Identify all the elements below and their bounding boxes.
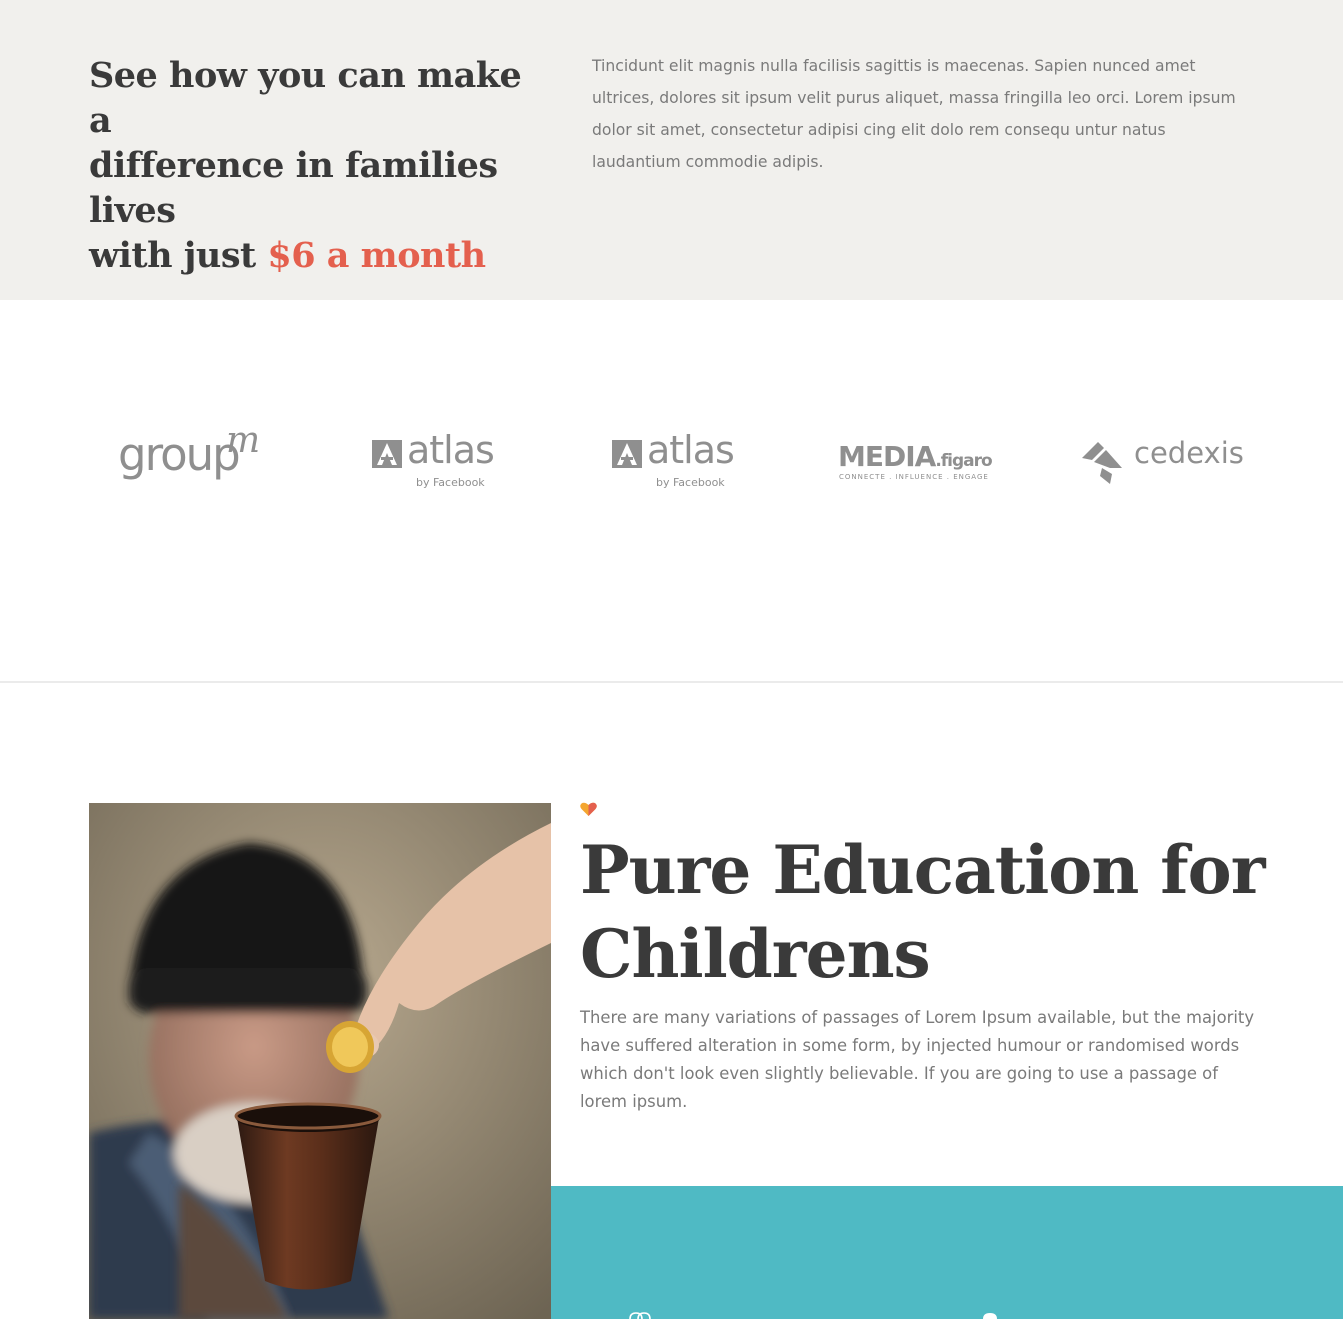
groupm-logo[interactable]: group m: [118, 420, 278, 488]
education-title-line-1: Pure Education for: [580, 831, 1265, 909]
atlas-mark-icon: [612, 440, 642, 468]
intro-heading-line-2: difference in families lives: [89, 145, 498, 231]
atlas-logo-word: atlas: [407, 428, 495, 472]
atlas-logo-by: by Facebook: [416, 476, 485, 489]
media-figaro-logo[interactable]: MEDIA.figaro CONNECTE . INFLUENCE . ENGA…: [838, 440, 998, 490]
education-paragraph: There are many variations of passages of…: [580, 1008, 1255, 1111]
stats-panel: [551, 1186, 1343, 1319]
person-icon: [983, 1313, 997, 1319]
atlas-logo-by: by Facebook: [656, 476, 725, 489]
donation-icon: [629, 1312, 651, 1319]
media-figaro-logo-small: .figaro: [935, 451, 992, 471]
media-figaro-logo-word: MEDIA.figaro: [838, 440, 993, 473]
partner-logos: group m atlas by Facebook atlas by Faceb…: [0, 300, 1343, 681]
cedexis-logo[interactable]: cedexis: [1080, 436, 1244, 488]
intro-heading-accent: $6 a month: [267, 235, 486, 276]
section-divider: [0, 681, 1343, 683]
atlas-logo[interactable]: atlas by Facebook: [372, 428, 502, 492]
heart-icon: [580, 802, 597, 816]
cedexis-mark-icon: [1082, 442, 1122, 484]
atlas-mark-icon: [372, 440, 402, 468]
intro-paragraph: Tincidunt elit magnis nulla facilisis sa…: [592, 57, 1236, 171]
media-figaro-logo-tagline: CONNECTE . INFLUENCE . ENGAGE: [839, 473, 989, 481]
education-title: Pure Education for Childrens: [580, 828, 1280, 996]
media-figaro-logo-main: MEDIA: [838, 440, 936, 473]
education-title-line-2: Childrens: [580, 915, 931, 993]
intro-heading-line-1: See how you can make a: [89, 55, 522, 141]
atlas-logo[interactable]: atlas by Facebook: [612, 428, 742, 492]
intro-heading: See how you can make a difference in fam…: [89, 53, 549, 278]
groupm-logo-word: group: [118, 428, 241, 481]
atlas-logo-word: atlas: [647, 428, 735, 472]
charity-photo-illustration: [89, 803, 551, 1319]
intro-heading-line-3: with just: [89, 235, 268, 276]
cedexis-logo-word: cedexis: [1134, 436, 1244, 470]
groupm-logo-sup: m: [226, 420, 261, 461]
charity-photo: [89, 803, 551, 1319]
intro-section: See how you can make a difference in fam…: [0, 0, 1343, 300]
